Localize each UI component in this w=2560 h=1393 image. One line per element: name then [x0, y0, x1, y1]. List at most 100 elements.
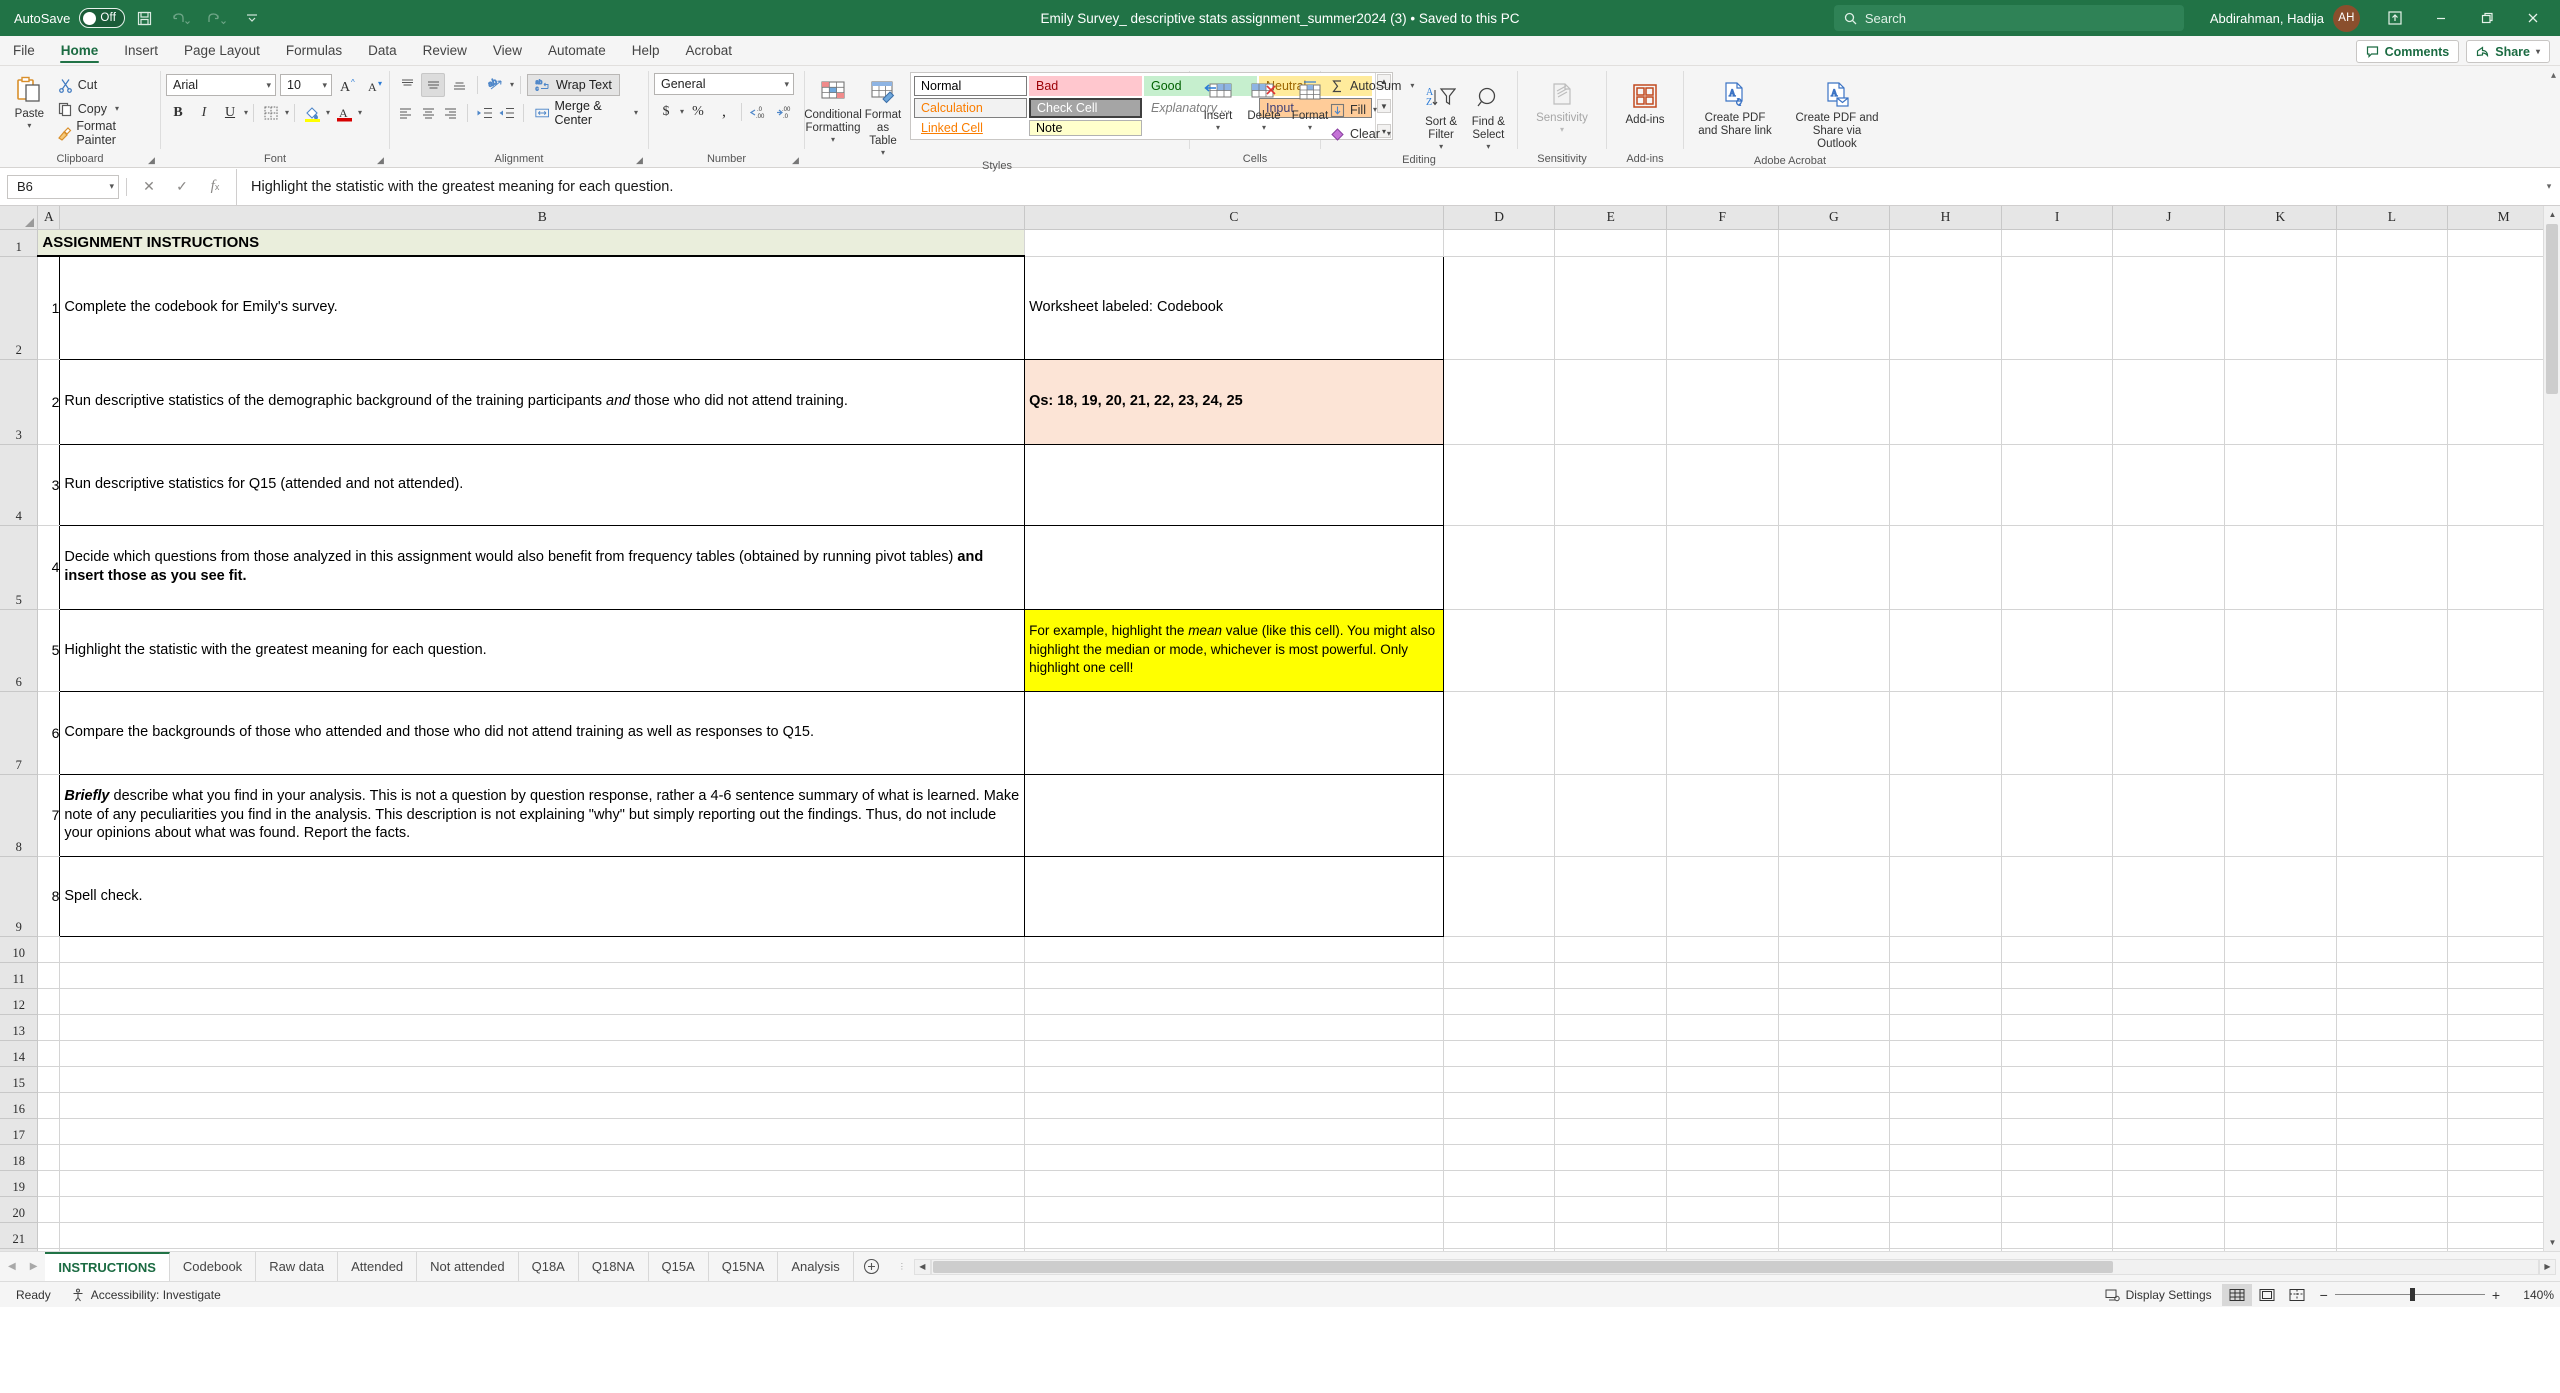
cell-empty[interactable] — [60, 1014, 1025, 1040]
cell-empty[interactable] — [2336, 691, 2448, 774]
cell-empty[interactable] — [1667, 1222, 1779, 1248]
cell-empty[interactable] — [2336, 1248, 2448, 1251]
comma-format-button[interactable]: , — [712, 100, 736, 124]
sheet-tab-q15a[interactable]: Q15A — [649, 1252, 709, 1281]
cell-empty[interactable] — [1778, 525, 1890, 609]
cell-empty[interactable] — [38, 1222, 60, 1248]
cell-empty[interactable] — [2225, 988, 2337, 1014]
row-header-10[interactable]: 10 — [0, 936, 38, 962]
cell-empty[interactable] — [2336, 774, 2448, 856]
cell-empty[interactable] — [1890, 609, 2002, 691]
merge-center-button[interactable]: Merge & Center ▾ — [530, 102, 643, 124]
scroll-up-icon[interactable]: ▲ — [2544, 206, 2560, 223]
row-header-18[interactable]: 18 — [0, 1144, 38, 1170]
increase-font-size-button[interactable]: A^ — [336, 73, 360, 97]
cell-empty[interactable] — [2225, 1092, 2337, 1118]
cell-empty[interactable] — [1025, 1222, 1444, 1248]
cell-empty[interactable] — [2225, 1196, 2337, 1222]
cell-empty[interactable] — [1667, 609, 1779, 691]
cell-empty[interactable] — [38, 1066, 60, 1092]
row-header-12[interactable]: 12 — [0, 988, 38, 1014]
cell-empty[interactable] — [2113, 1222, 2225, 1248]
find-select-button[interactable]: Find & Select ▾ — [1465, 72, 1512, 153]
cell-empty[interactable] — [1443, 1014, 1555, 1040]
cell-empty[interactable] — [1443, 1066, 1555, 1092]
cell-empty[interactable] — [1667, 691, 1779, 774]
increase-decimal-button[interactable]: .0.00 — [747, 100, 771, 124]
zoom-out-button[interactable]: − — [2320, 1287, 2328, 1303]
cell-empty[interactable] — [1555, 936, 1667, 962]
cell-empty[interactable] — [60, 1222, 1025, 1248]
formula-input[interactable]: Highlight the statistic with the greates… — [236, 169, 2538, 205]
cell-empty[interactable] — [2336, 988, 2448, 1014]
cell-empty[interactable] — [2225, 856, 2337, 936]
cell-empty[interactable] — [38, 962, 60, 988]
cell-instruction-text[interactable]: Complete the codebook for Emily's survey… — [60, 256, 1025, 359]
cell-empty[interactable] — [2001, 988, 2113, 1014]
row-header-19[interactable]: 19 — [0, 1170, 38, 1196]
chevron-down-icon[interactable]: ▾ — [831, 137, 835, 143]
tab-review[interactable]: Review — [410, 36, 480, 65]
row-header-8[interactable]: 8 — [0, 774, 38, 856]
cell-empty[interactable] — [2113, 229, 2225, 256]
cell-empty[interactable] — [2113, 988, 2225, 1014]
cell-empty[interactable] — [2113, 359, 2225, 444]
chevron-down-icon[interactable]: ▾ — [881, 150, 885, 156]
cell-empty[interactable] — [2001, 936, 2113, 962]
cell-item-number[interactable]: 4 — [38, 525, 60, 609]
cell-empty[interactable] — [60, 1144, 1025, 1170]
cell-note[interactable]: For example, highlight the mean value (l… — [1025, 609, 1444, 691]
underline-button[interactable]: U — [218, 101, 242, 125]
cell-empty[interactable] — [60, 1092, 1025, 1118]
customize-quick-access-icon[interactable] — [235, 4, 269, 32]
cell-empty[interactable] — [2001, 229, 2113, 256]
cell-empty[interactable] — [1778, 609, 1890, 691]
zoom-level[interactable]: 140% — [2508, 1288, 2554, 1302]
cell-note[interactable] — [1025, 691, 1444, 774]
cell-empty[interactable] — [2336, 1144, 2448, 1170]
cell-empty[interactable] — [1443, 1248, 1555, 1251]
cell-empty[interactable] — [2001, 774, 2113, 856]
row-header-21[interactable]: 21 — [0, 1222, 38, 1248]
row-header-17[interactable]: 17 — [0, 1118, 38, 1144]
cell-empty[interactable] — [38, 1118, 60, 1144]
align-left-button[interactable] — [395, 101, 416, 125]
cell-empty[interactable] — [1778, 1170, 1890, 1196]
cell-empty[interactable] — [38, 1040, 60, 1066]
cell-empty[interactable] — [2001, 1170, 2113, 1196]
cell-empty[interactable] — [2336, 1118, 2448, 1144]
cell-item-number[interactable]: 3 — [38, 444, 60, 525]
cell-empty[interactable] — [1025, 962, 1444, 988]
cell-empty[interactable] — [1443, 691, 1555, 774]
row-header-22[interactable]: 22 — [0, 1248, 38, 1251]
cell-empty[interactable] — [1555, 1066, 1667, 1092]
cell-empty[interactable] — [1555, 774, 1667, 856]
restore-icon[interactable] — [2464, 0, 2510, 36]
increase-indent-button[interactable] — [497, 101, 518, 125]
accessibility-checker[interactable]: Accessibility: Investigate — [61, 1288, 231, 1302]
cell-empty[interactable] — [1025, 1248, 1444, 1251]
cell-style-normal[interactable]: Normal — [914, 76, 1027, 96]
cell-empty[interactable] — [2225, 229, 2337, 256]
chevron-down-icon[interactable]: ▾ — [326, 110, 330, 116]
cell-note[interactable]: Worksheet labeled: Codebook — [1025, 256, 1444, 359]
cell-empty[interactable] — [38, 1170, 60, 1196]
cell-empty[interactable] — [2113, 256, 2225, 359]
cell-empty[interactable] — [1778, 1222, 1890, 1248]
horizontal-scroll-track[interactable] — [931, 1259, 2539, 1275]
align-bottom-button[interactable] — [447, 73, 471, 97]
chevron-down-icon[interactable]: ▾ — [634, 110, 638, 116]
tab-data[interactable]: Data — [355, 36, 410, 65]
row-header-6[interactable]: 6 — [0, 609, 38, 691]
cell-instruction-text[interactable]: Decide which questions from those analyz… — [60, 525, 1025, 609]
cell-empty[interactable] — [2336, 1196, 2448, 1222]
cell-empty[interactable] — [1667, 1040, 1779, 1066]
cell-empty[interactable] — [60, 988, 1025, 1014]
cell-empty[interactable] — [1025, 988, 1444, 1014]
cell-empty[interactable] — [38, 1014, 60, 1040]
cell-empty[interactable] — [2225, 444, 2337, 525]
cut-button[interactable]: Cut — [54, 73, 155, 97]
cell-empty[interactable] — [1667, 988, 1779, 1014]
cell-empty[interactable] — [2225, 691, 2337, 774]
cell-empty[interactable] — [1025, 1170, 1444, 1196]
